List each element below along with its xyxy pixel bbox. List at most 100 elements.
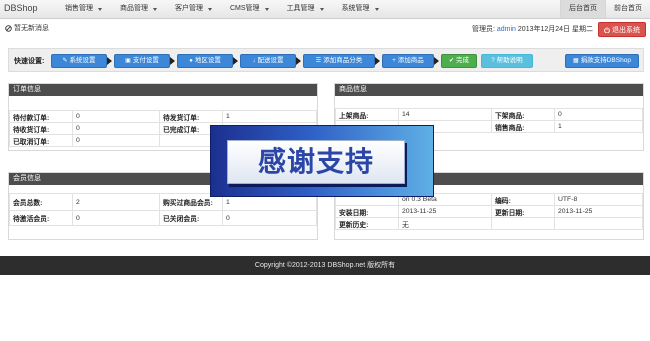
menu-label: 系统管理 bbox=[341, 5, 370, 12]
table-cell: 0 bbox=[554, 108, 643, 121]
table-cell: 0 bbox=[72, 122, 160, 135]
table-cell: 更新日期: bbox=[491, 205, 555, 218]
system-settings-button[interactable]: ✎ 系统设置 bbox=[51, 54, 107, 68]
button-label: 地区设置 bbox=[194, 57, 221, 64]
table-row: 待付款订单: 0 待发货订单: 1 bbox=[9, 110, 317, 123]
table-row: 待激活会员: 0 已关闭会员: 0 bbox=[9, 210, 317, 226]
power-icon bbox=[604, 26, 610, 33]
admin-prefix: 管理员: bbox=[471, 26, 495, 33]
table-cell: 上架商品: bbox=[335, 108, 399, 121]
button-label: 完成 bbox=[456, 57, 470, 64]
table-cell bbox=[554, 217, 643, 230]
donate-button[interactable]: ▦ 捐款支持DBShop bbox=[565, 54, 639, 68]
table-cell: 安装日期: bbox=[335, 205, 399, 218]
payment-settings-button[interactable]: ▣ 支付设置 bbox=[114, 54, 170, 68]
table-cell: 1 bbox=[554, 120, 643, 133]
table-cell: 待发货订单: bbox=[159, 110, 223, 123]
table-row: 上架商品: 14 下架商品: 0 bbox=[335, 108, 643, 121]
tab-front-home[interactable]: 前台首页 bbox=[605, 0, 650, 18]
table-cell: 销售商品: bbox=[491, 120, 555, 133]
sub-header: 暂无新消息 管理员: admin 2013年12月24日 星期二 bbox=[0, 22, 650, 36]
tab-admin-home[interactable]: 后台首页 bbox=[560, 0, 605, 18]
list-icon: ☰ bbox=[315, 58, 322, 64]
region-settings-button[interactable]: ● 地区设置 bbox=[177, 54, 233, 68]
menu-goods[interactable]: 商品管理 bbox=[111, 0, 166, 18]
button-label: 添加商品 bbox=[397, 57, 424, 64]
table-cell: UTF-8 bbox=[554, 193, 643, 206]
copyright-text: Copyright ©2012-2013 DBShop.net 版权所有 bbox=[254, 262, 396, 269]
brand-logo[interactable]: DBShop bbox=[4, 3, 38, 13]
table-cell: 待激活会员: bbox=[9, 210, 73, 226]
banner-text: 感谢支持 bbox=[227, 140, 405, 184]
panel-title: 订单信息 bbox=[9, 84, 317, 96]
menu-label: CMS管理 bbox=[230, 5, 260, 12]
table-cell: 编码: bbox=[491, 193, 555, 206]
globe-icon: ● bbox=[189, 58, 193, 64]
step-arrow-icon bbox=[434, 57, 439, 65]
table-cell: 待收货订单: bbox=[9, 122, 73, 135]
plus-icon: + bbox=[392, 58, 396, 64]
download-icon: ↓ bbox=[252, 58, 256, 64]
panel-title: 商品信息 bbox=[335, 84, 643, 96]
logout-button[interactable]: 退出系统 bbox=[598, 22, 646, 37]
step-arrow-icon bbox=[296, 57, 301, 65]
finish-button[interactable]: ✔ 完成 bbox=[441, 54, 477, 68]
table-row: 安装日期: 2013-11-25 更新日期: 2013-11-25 bbox=[335, 205, 643, 218]
no-message-icon bbox=[5, 24, 12, 32]
member-table: 会员总数: 2 购买过商品会员: 1 待激活会员: 0 已关闭会员: 0 bbox=[9, 193, 317, 226]
table-cell bbox=[491, 217, 555, 230]
menu-system[interactable]: 系统管理 bbox=[333, 0, 388, 18]
step-arrow-icon bbox=[170, 57, 175, 65]
table-cell: 0 bbox=[222, 210, 317, 226]
help-icon: ? bbox=[491, 58, 495, 64]
menu-customers[interactable]: 客户管理 bbox=[166, 0, 221, 18]
table-cell: 无 bbox=[398, 217, 492, 230]
table-cell: 14 bbox=[398, 108, 492, 121]
button-label: 支付设置 bbox=[132, 57, 159, 64]
caret-down-icon bbox=[374, 7, 379, 11]
menu-label: 客户管理 bbox=[175, 5, 203, 12]
nav-right-tabs: 后台首页 前台首页 bbox=[560, 0, 650, 18]
quick-setup-bar: 快速设置: ✎ 系统设置 ▣ 支付设置 ● 地区设置 ↓ 配送设置 ☰ 添加商品分类 + 添… bbox=[8, 48, 644, 72]
cart-icon: ▣ bbox=[125, 58, 131, 64]
page-footer: Copyright ©2012-2013 DBShop.net 版权所有 bbox=[0, 256, 650, 275]
table-cell: 下架商品: bbox=[491, 108, 555, 121]
menu-cms[interactable]: CMS管理 bbox=[221, 0, 278, 18]
menu-label: 商品管理 bbox=[120, 5, 148, 12]
thanks-banner-overlay: 感谢支持 bbox=[210, 125, 434, 197]
step-arrow-icon bbox=[107, 57, 112, 65]
shipping-settings-button[interactable]: ↓ 配送设置 bbox=[240, 54, 296, 68]
table-row: 更新历史: 无 bbox=[335, 217, 643, 230]
table-cell: 已取消订单: bbox=[9, 134, 73, 147]
grid-icon: ▦ bbox=[573, 58, 579, 64]
step-arrow-icon bbox=[233, 57, 238, 65]
caret-down-icon bbox=[98, 7, 102, 11]
table-cell: 待付款订单: bbox=[9, 110, 73, 123]
table-cell: 0 bbox=[72, 110, 160, 123]
admin-info: 管理员: admin 2013年12月24日 星期二 bbox=[472, 24, 593, 34]
caret-down-icon bbox=[153, 7, 157, 11]
menu-label: 工具管理 bbox=[286, 5, 315, 12]
top-navbar: DBShop 销售管理 商品管理 客户管理 CMS管理 工具管理 系统管理 后台… bbox=[0, 0, 650, 19]
menu-sales[interactable]: 销售管理 bbox=[56, 0, 111, 18]
add-goods-button[interactable]: + 添加商品 bbox=[382, 54, 434, 68]
help-button[interactable]: ? 帮助说明 bbox=[481, 54, 533, 68]
table-cell: 2013-11-25 bbox=[554, 205, 643, 218]
button-label: 添加商品分类 bbox=[323, 57, 363, 64]
table-cell: 2 bbox=[72, 193, 160, 211]
table-cell: 2013-11-25 bbox=[398, 205, 492, 218]
table-cell: 更新历史: bbox=[335, 217, 399, 230]
message-text: 暂无新消息 bbox=[14, 25, 49, 32]
table-cell: 0 bbox=[72, 134, 160, 147]
menu-tools[interactable]: 工具管理 bbox=[278, 0, 333, 18]
add-category-button[interactable]: ☰ 添加商品分类 bbox=[303, 54, 375, 68]
table-cell: 0 bbox=[72, 210, 160, 226]
message-notice[interactable]: 暂无新消息 bbox=[5, 23, 49, 33]
admin-name-link[interactable]: admin bbox=[497, 26, 516, 33]
system-table: on 0.3 Beta 编码: UTF-8 安装日期: 2013-11-25 更… bbox=[335, 193, 643, 230]
caret-down-icon bbox=[208, 7, 212, 11]
caret-down-icon bbox=[319, 7, 324, 11]
menu-label: 销售管理 bbox=[65, 5, 93, 12]
current-date: 2013年12月24日 星期二 bbox=[517, 26, 593, 33]
table-cell: 会员总数: bbox=[9, 193, 73, 211]
